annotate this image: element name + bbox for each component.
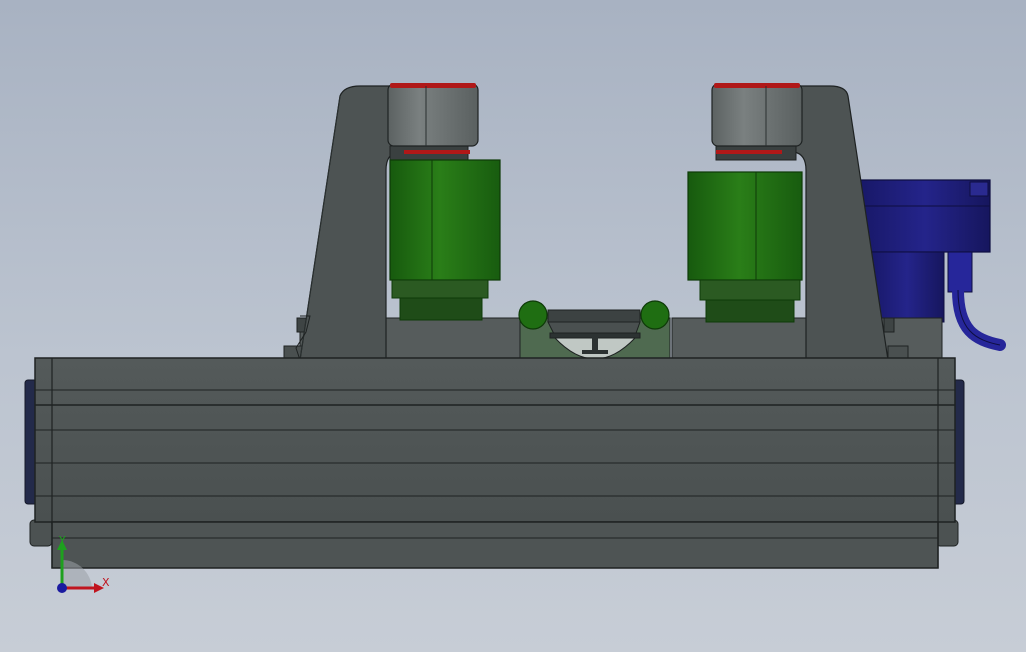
triad-y-label: Y: [59, 534, 66, 547]
cad-viewport[interactable]: X Y: [0, 0, 1026, 652]
right-arm: [687, 83, 889, 361]
model-view[interactable]: [0, 0, 1026, 652]
triad-z-axis: [57, 583, 67, 593]
triad-x-label: X: [102, 576, 110, 589]
center-clamp: [518, 300, 671, 361]
main-rail: [34, 357, 956, 569]
